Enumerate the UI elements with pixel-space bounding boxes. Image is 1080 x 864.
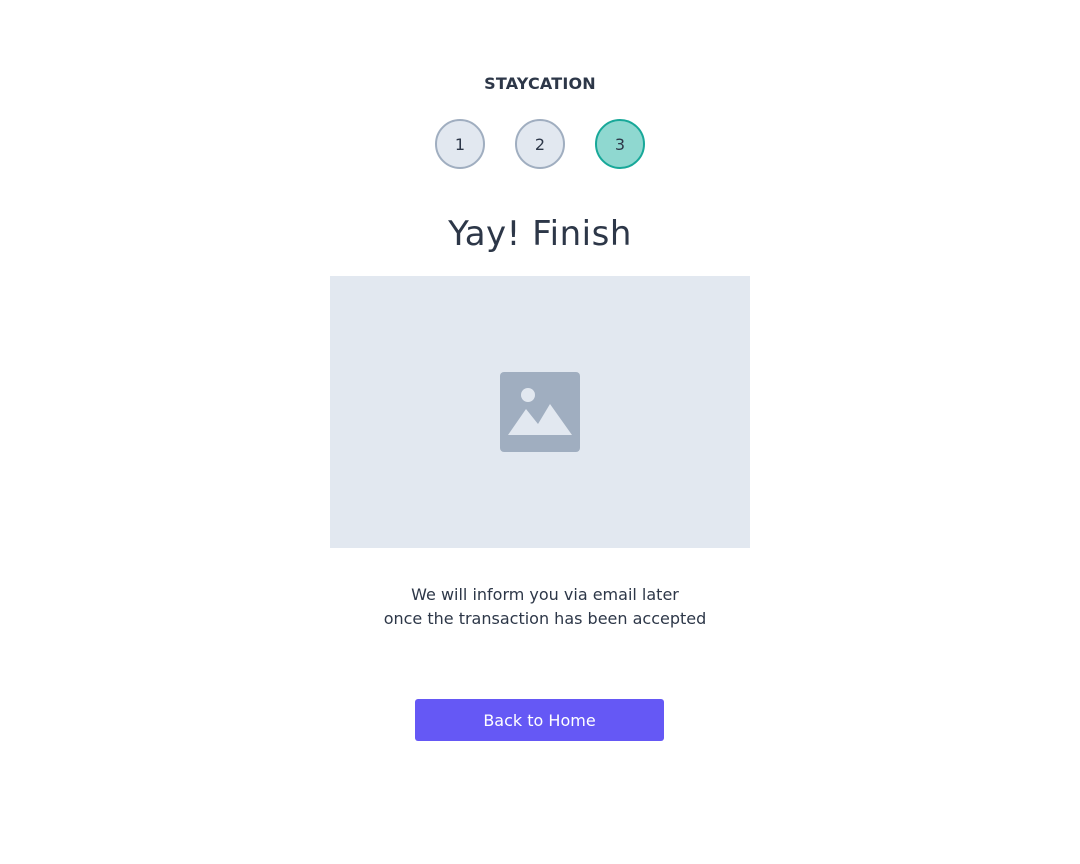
progress-stepper: 1 2 3 <box>435 119 645 169</box>
page-title: Yay! Finish <box>448 214 632 254</box>
brand-logo[interactable]: STAYCATION <box>0 74 1080 93</box>
image-placeholder-icon <box>500 372 580 452</box>
step-3: 3 <box>595 119 645 169</box>
message-line-1: We will inform you via email later <box>411 585 679 604</box>
confirmation-message: We will inform you via email later once … <box>0 583 1080 631</box>
step-1: 1 <box>435 119 485 169</box>
step-2: 2 <box>515 119 565 169</box>
completion-image <box>330 276 750 548</box>
back-to-home-button[interactable]: Back to Home <box>415 699 664 741</box>
message-line-2: once the transaction has been accepted <box>383 609 707 628</box>
